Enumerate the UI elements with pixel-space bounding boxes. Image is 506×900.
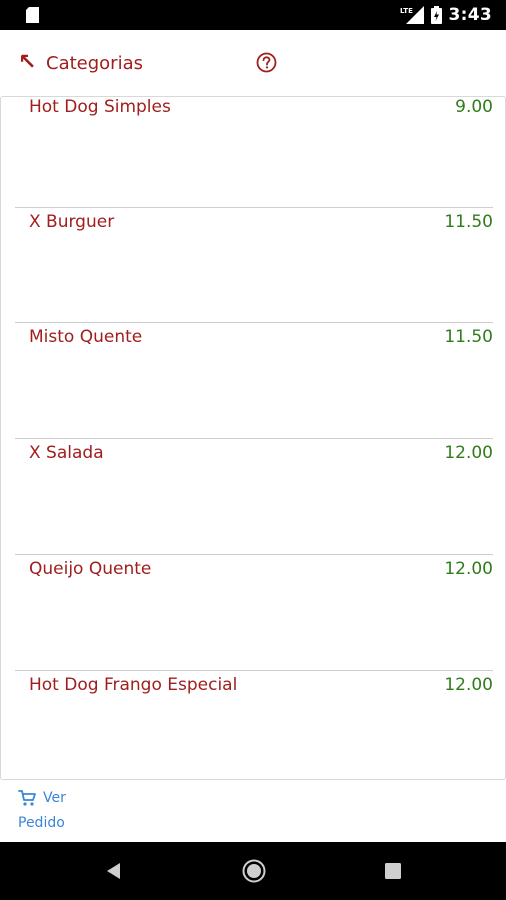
product-row[interactable]: X Burguer 11.50 [1,212,505,328]
row-divider [15,322,493,323]
product-row[interactable]: Misto Quente 11.50 [1,327,505,443]
categories-link[interactable]: Categorias [46,53,143,74]
product-price: 12.00 [444,559,493,579]
product-name: Hot Dog Simples [29,97,171,117]
product-list: Hot Dog Simples 9.00 X Burguer 11.50 Mis… [0,96,506,780]
battery-icon [430,6,442,24]
product-row[interactable]: X Salada 12.00 [1,443,505,559]
lte-signal-icon: LTE [400,6,424,24]
nav-back-icon[interactable] [104,861,124,881]
help-circle-icon[interactable] [256,52,277,73]
status-bar: LTE 3:43 [0,0,506,30]
product-row[interactable]: Hot Dog Frango Especial 12.00 [1,675,505,779]
product-price: 9.00 [455,97,493,117]
app-screen: LTE 3:43 ↖ Categorias Hot Dog Simples 9.… [0,0,506,900]
row-divider [15,670,493,671]
row-divider [15,207,493,208]
cart-icon [18,790,36,806]
product-row[interactable]: Queijo Quente 12.00 [1,559,505,675]
status-right: LTE 3:43 [400,5,492,25]
product-price: 11.50 [444,212,493,232]
sd-card-icon [26,7,39,23]
product-name: Hot Dog Frango Especial [29,675,238,695]
product-name: Queijo Quente [29,559,152,579]
product-price: 12.00 [444,675,493,695]
view-order-button[interactable]: Ver Pedido [18,788,88,836]
product-name: Misto Quente [29,327,143,347]
product-name: X Burguer [29,212,115,232]
status-clock: 3:43 [448,5,492,25]
navigation-bar [0,842,506,900]
product-price: 12.00 [444,443,493,463]
row-divider [15,438,493,439]
view-order-label-line1: Ver [43,790,66,806]
view-order-label-line2: Pedido [18,815,65,831]
product-row[interactable]: Hot Dog Simples 9.00 [1,97,505,213]
row-divider [15,554,493,555]
product-price: 11.50 [444,327,493,347]
status-left [26,7,39,23]
product-name: X Salada [29,443,104,463]
header-bar: ↖ Categorias [0,30,506,96]
nav-recents-icon[interactable] [385,863,401,879]
back-arrow-icon[interactable]: ↖ [18,52,36,74]
nav-home-icon[interactable] [242,859,266,883]
svg-text:LTE: LTE [400,7,413,15]
